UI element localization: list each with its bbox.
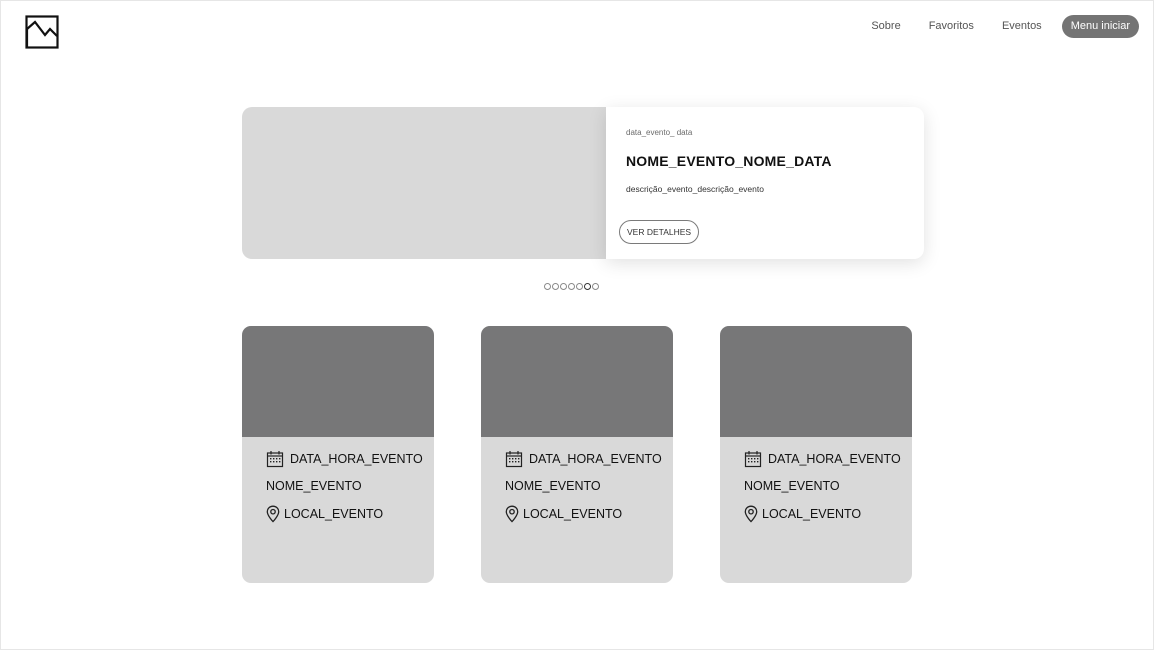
menu-iniciar-button[interactable]: Menu iniciar [1061, 15, 1139, 38]
hero-image-placeholder [242, 107, 642, 259]
event-card-image [242, 326, 434, 437]
carousel-dot[interactable] [576, 283, 583, 290]
event-card-image [720, 326, 912, 437]
event-card-image [481, 326, 673, 437]
event-card-date-row: DATA_HORA_EVENTO [744, 450, 901, 468]
event-card-location-row: LOCAL_EVENTO [505, 505, 622, 523]
event-card[interactable]: DATA_HORA_EVENTO NOME_EVENTO LOCAL_EVENT… [481, 326, 673, 583]
event-card-date-row: DATA_HORA_EVENTO [266, 450, 423, 468]
carousel-indicators [544, 283, 599, 290]
carousel-dot[interactable] [568, 283, 575, 290]
hero-event-description: descrição_evento_descrição_evento [626, 184, 764, 194]
calendar-icon [505, 451, 523, 468]
carousel-dot[interactable] [584, 283, 591, 290]
event-card-date: DATA_HORA_EVENTO [529, 452, 662, 466]
event-card-location-row: LOCAL_EVENTO [266, 505, 383, 523]
event-card-name-row: NOME_EVENTO [266, 479, 362, 493]
event-card-location-row: LOCAL_EVENTO [744, 505, 861, 523]
event-card[interactable]: DATA_HORA_EVENTO NOME_EVENTO LOCAL_EVENT… [720, 326, 912, 583]
calendar-icon [266, 451, 284, 468]
calendar-icon [744, 451, 762, 468]
top-nav: Sobre Favoritos Eventos Menu iniciar [857, 15, 1139, 38]
page: Sobre Favoritos Eventos Menu iniciar dat… [0, 0, 1154, 650]
carousel-dot[interactable] [592, 283, 599, 290]
event-card-name: NOME_EVENTO [266, 479, 362, 493]
featured-event-slide: data_evento_ data NOME_EVENTO_NOME_DATA … [242, 107, 924, 259]
nav-link-eventos[interactable]: Eventos [988, 15, 1062, 38]
carousel-dot[interactable] [560, 283, 567, 290]
hero-event-date: data_evento_ data [626, 128, 693, 137]
event-card-date: DATA_HORA_EVENTO [768, 452, 901, 466]
image-placeholder-icon[interactable] [25, 15, 59, 49]
event-card-name: NOME_EVENTO [744, 479, 840, 493]
event-card-location: LOCAL_EVENTO [762, 507, 862, 521]
event-card[interactable]: DATA_HORA_EVENTO NOME_EVENTO LOCAL_EVENT… [242, 326, 434, 583]
event-card-name-row: NOME_EVENTO [744, 479, 840, 493]
ver-detalhes-button[interactable]: VER DETALHES [619, 220, 700, 244]
location-pin-icon [266, 505, 280, 523]
event-card-date: DATA_HORA_EVENTO [290, 452, 423, 466]
nav-link-sobre[interactable]: Sobre [857, 15, 914, 38]
carousel-dot[interactable] [544, 283, 551, 290]
event-card-location: LOCAL_EVENTO [523, 507, 623, 521]
hero-info-card: data_evento_ data NOME_EVENTO_NOME_DATA … [606, 107, 924, 259]
event-card-name: NOME_EVENTO [505, 479, 601, 493]
nav-link-favoritos[interactable]: Favoritos [915, 15, 988, 38]
carousel-dot[interactable] [552, 283, 559, 290]
event-card-location: LOCAL_EVENTO [284, 507, 384, 521]
hero-event-title: NOME_EVENTO_NOME_DATA [626, 153, 832, 169]
location-pin-icon [505, 505, 519, 523]
event-card-date-row: DATA_HORA_EVENTO [505, 450, 662, 468]
location-pin-icon [744, 505, 758, 523]
event-card-name-row: NOME_EVENTO [505, 479, 601, 493]
